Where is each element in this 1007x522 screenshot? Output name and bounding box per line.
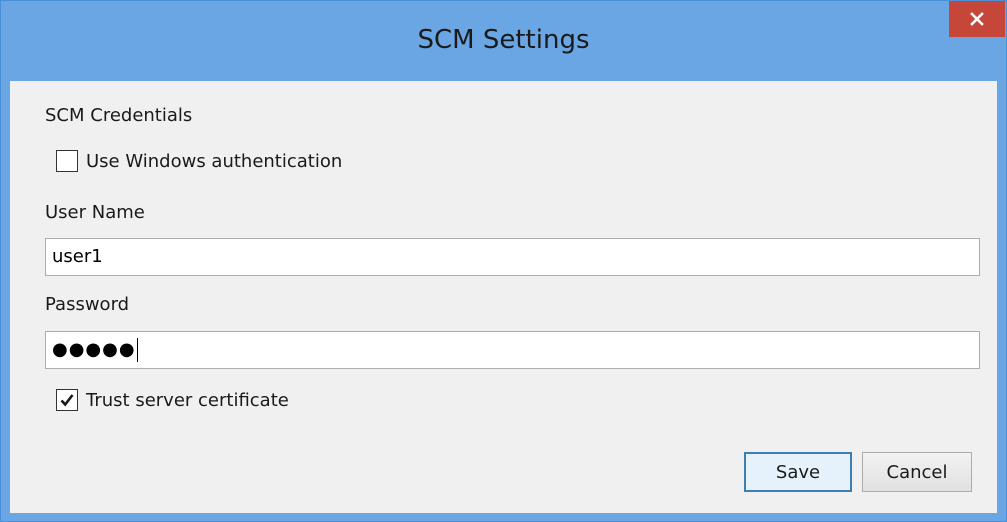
username-value: user1	[52, 246, 103, 267]
checkmark-icon	[60, 394, 74, 407]
cancel-button[interactable]: Cancel	[862, 452, 972, 492]
use-windows-auth-label[interactable]: Use Windows authentication	[86, 151, 342, 172]
section-label-scm-credentials: SCM Credentials	[45, 105, 193, 126]
text-caret	[136, 338, 138, 362]
dialog-body: SCM Credentials Use Windows authenticati…	[10, 81, 997, 513]
username-field[interactable]: user1	[45, 238, 980, 276]
scm-settings-dialog: SCM Settings SCM Credentials Use Windows…	[0, 0, 1007, 522]
password-label: Password	[45, 294, 130, 315]
close-icon	[970, 12, 984, 26]
trust-cert-label[interactable]: Trust server certificate	[86, 390, 289, 411]
password-masked-value: ●●●●●	[52, 339, 136, 360]
use-windows-auth-checkbox[interactable]	[56, 150, 78, 172]
title-bar[interactable]: SCM Settings	[1, 1, 1006, 81]
username-label: User Name	[45, 202, 145, 223]
trust-cert-checkbox[interactable]	[56, 389, 78, 411]
save-button[interactable]: Save	[744, 452, 852, 492]
close-button[interactable]	[949, 1, 1005, 37]
password-field[interactable]: ●●●●●	[45, 331, 980, 369]
dialog-title: SCM Settings	[417, 25, 590, 55]
